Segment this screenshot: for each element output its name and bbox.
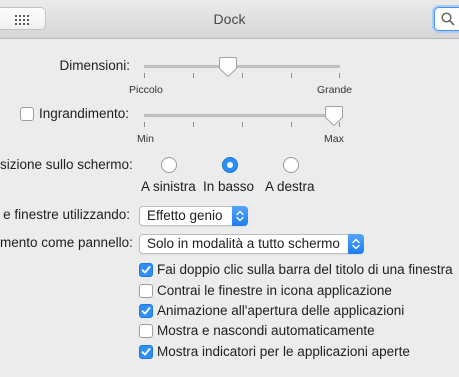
magnification-slider-knob[interactable] <box>324 105 344 127</box>
magnification-label: Ingrandimento: <box>39 106 130 121</box>
animate-opening-checkbox[interactable] <box>139 304 153 318</box>
checkmark-icon <box>141 307 151 315</box>
popup-arrows-icon <box>348 234 364 254</box>
show-indicators-label: Mostra indicatori per le applicazioni ap… <box>157 344 410 359</box>
position-radio-right[interactable] <box>283 157 299 173</box>
checkmark-icon <box>141 348 151 356</box>
magnification-min-label: Min <box>137 133 154 145</box>
search-icon <box>441 12 455 26</box>
minimize-into-app-icon-label: Contrai le finestre in icona applicazion… <box>157 283 392 298</box>
magnification-checkbox[interactable] <box>20 107 34 121</box>
popup-arrows-icon <box>232 206 248 226</box>
position-option-left: A sinistra <box>141 179 196 194</box>
minimize-effect-popup[interactable]: Effetto genio <box>139 206 248 226</box>
size-min-label: Piccolo <box>129 84 163 96</box>
magnification-max-label: Max <box>324 133 344 145</box>
magnification-slider-track[interactable] <box>144 114 340 117</box>
checkmark-icon <box>141 266 151 274</box>
minimize-effect-value: Effetto genio <box>147 208 223 223</box>
window-title: Dock <box>213 11 246 27</box>
minimize-into-app-icon-checkbox[interactable] <box>139 284 153 298</box>
double-click-title-bar-label: Fai doppio clic sulla barra del titolo d… <box>157 262 453 277</box>
double-click-title-bar-checkbox[interactable] <box>139 263 153 277</box>
size-label: Dimensioni: <box>59 58 130 73</box>
position-radio-left[interactable] <box>161 157 177 173</box>
double-click-popup[interactable]: Solo in modalità a tutto schermo <box>139 234 364 254</box>
position-radio-bottom[interactable] <box>222 157 238 173</box>
position-option-bottom: In basso <box>203 179 255 194</box>
size-slider-track[interactable] <box>144 65 340 68</box>
position-label: sizione sullo schermo: <box>0 157 133 172</box>
size-slider-knob[interactable] <box>218 56 238 78</box>
double-click-value: Solo in modalità a tutto schermo <box>147 236 340 251</box>
show-indicators-checkbox[interactable] <box>139 345 153 359</box>
auto-hide-checkbox[interactable] <box>139 324 153 338</box>
animate-opening-label: Animazione all'apertura delle applicazio… <box>157 303 405 318</box>
size-max-label: Grande <box>317 84 353 96</box>
title-bar: Dock <box>0 0 459 39</box>
double-click-label: mento come pannello: <box>0 235 133 250</box>
auto-hide-label: Mostra e nascondi automaticamente <box>157 323 375 338</box>
minimize-label: e finestre utilizzando: <box>3 207 130 222</box>
search-field[interactable] <box>434 7 459 31</box>
position-option-right: A destra <box>265 179 315 194</box>
